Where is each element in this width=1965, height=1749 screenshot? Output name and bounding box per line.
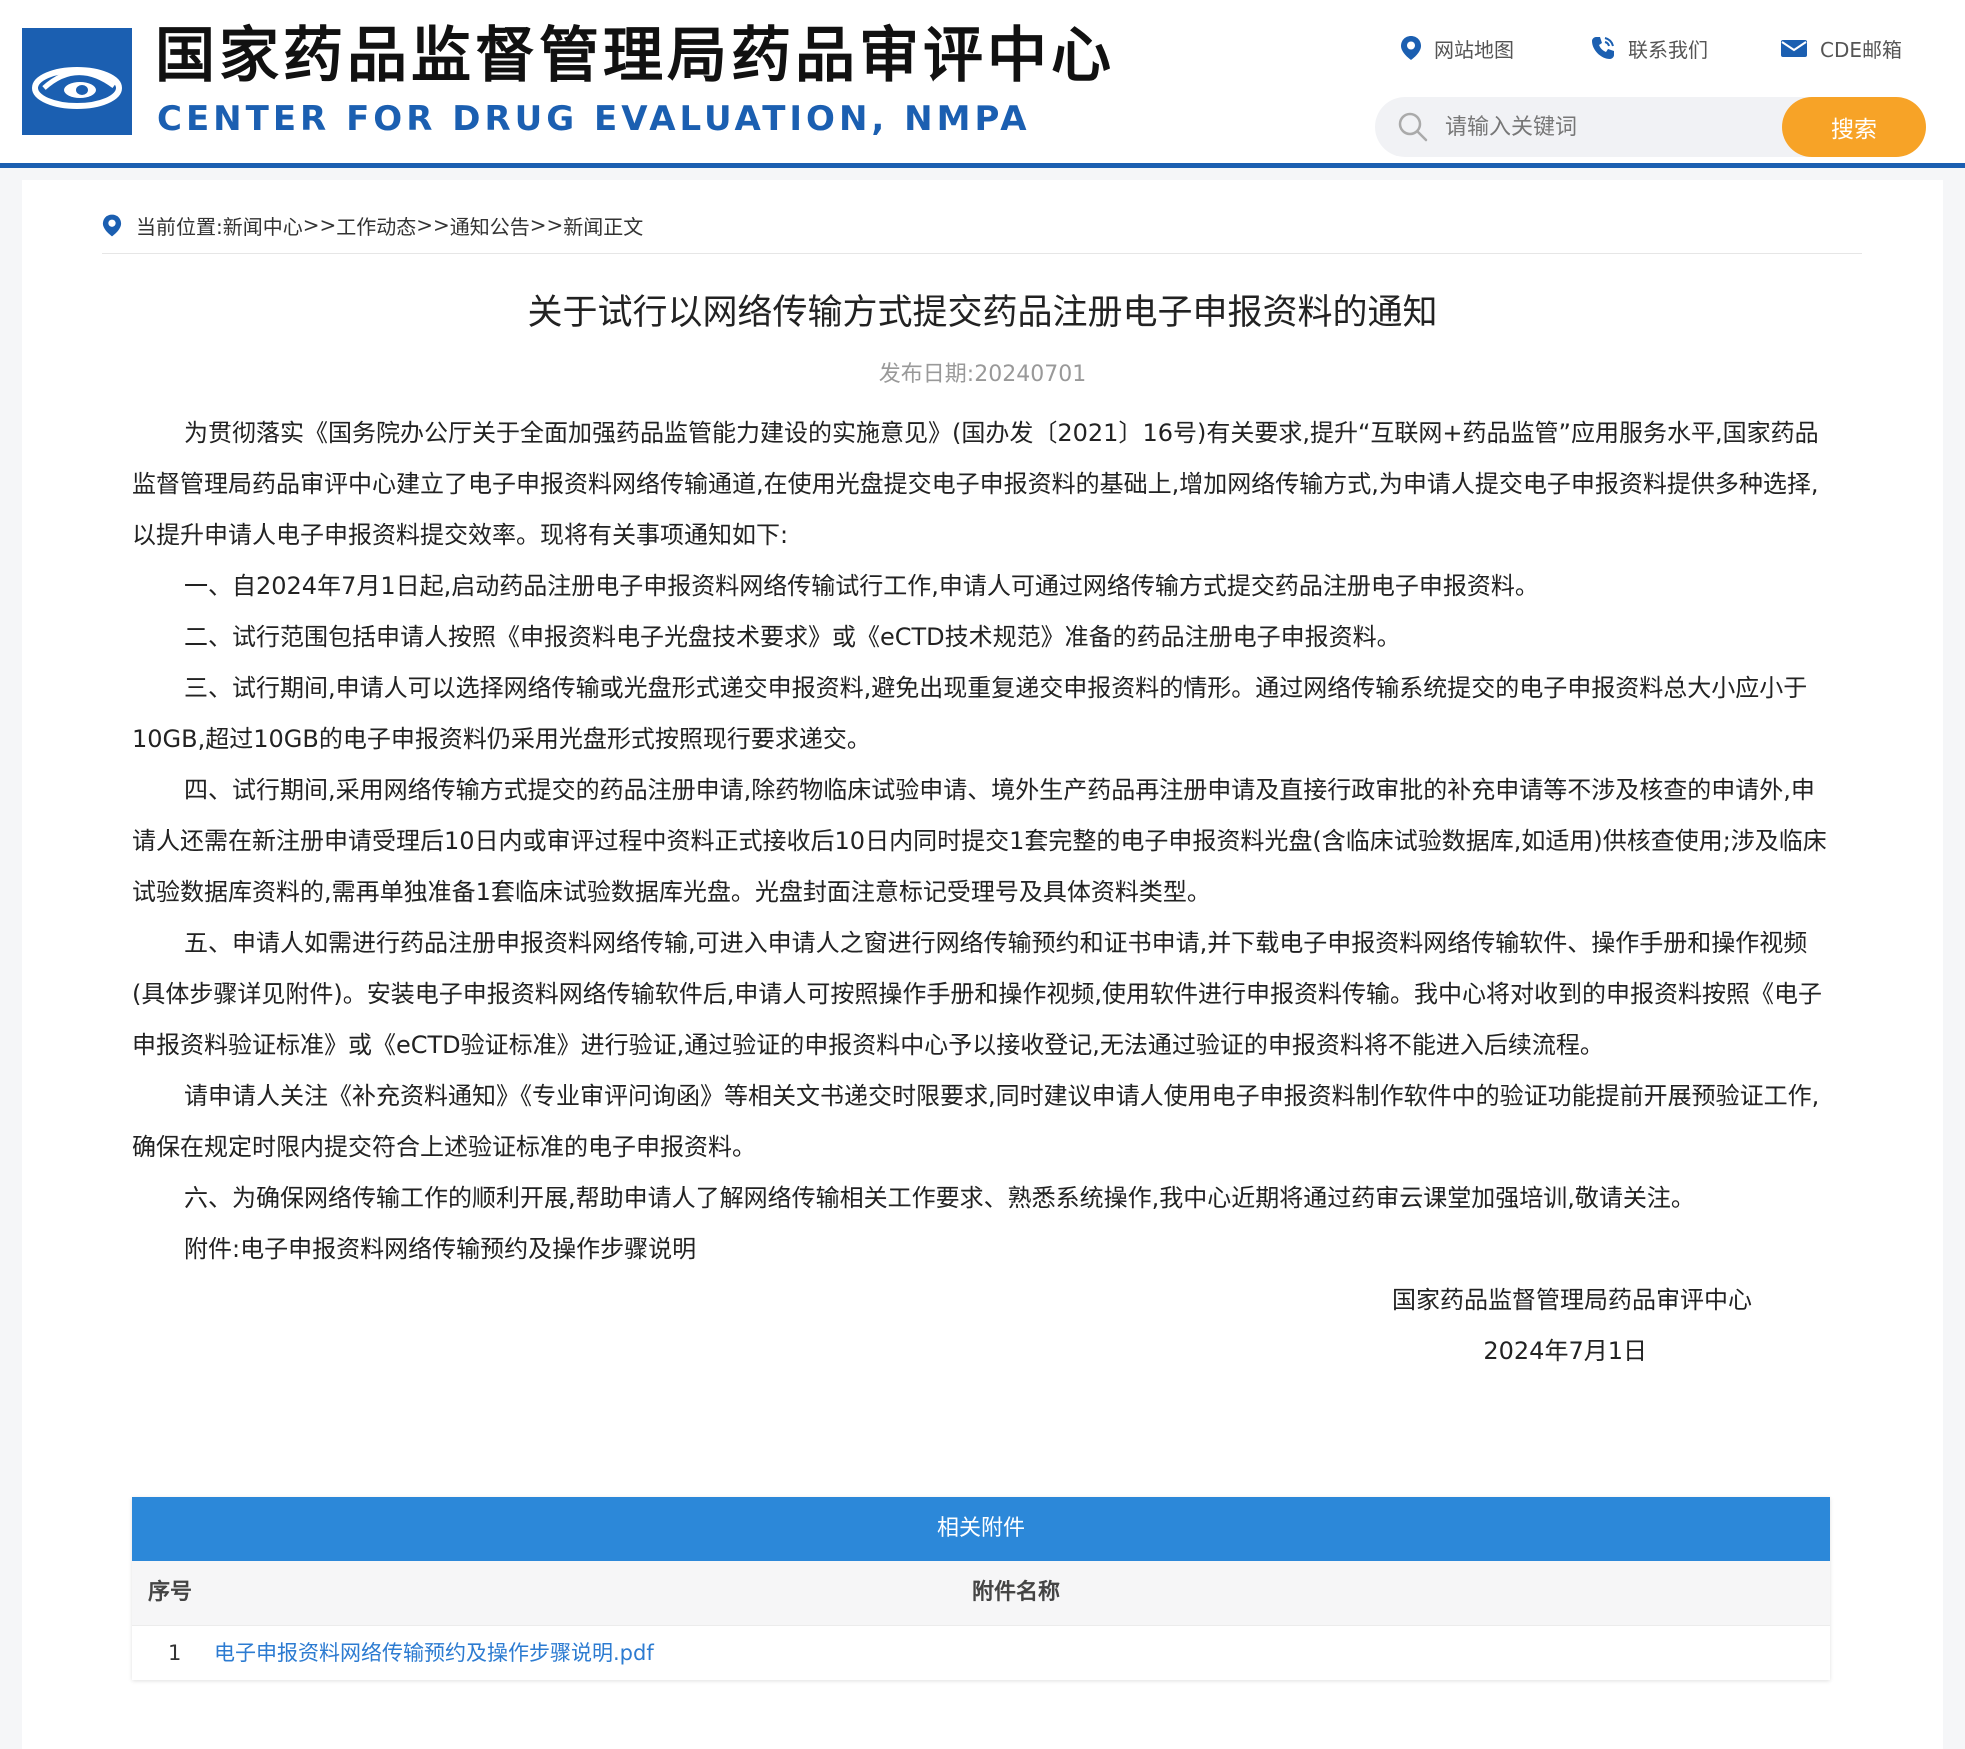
sitemap-label: 网站地图 bbox=[1434, 37, 1514, 62]
search-bar: 搜索 bbox=[1375, 97, 1926, 157]
article-paragraph: 六、为确保网络传输工作的顺利开展,帮助申请人了解网络传输相关工作要求、熟悉系统操… bbox=[184, 1184, 1695, 1212]
breadcrumb-notices[interactable]: 通知公告 bbox=[450, 211, 530, 240]
site-title-cn: 国家药品监督管理局药品审评中心 bbox=[155, 21, 1115, 91]
article-title: 关于试行以网络传输方式提交药品注册电子申报资料的通知 bbox=[527, 293, 1438, 333]
publish-date: 发布日期:20240701 bbox=[22, 356, 1943, 388]
article-attachment-note: 附件:电子申报资料网络传输预约及操作步骤说明 bbox=[184, 1235, 697, 1263]
attachment-no: 1 bbox=[168, 1641, 182, 1665]
breadcrumb-separator: >> bbox=[529, 213, 564, 237]
content-card: 当前位置: 新闻中心 >> 工作动态 >> 通知公告 >> 新闻正文 关于试行以… bbox=[22, 180, 1943, 1749]
mail-label: CDE邮箱 bbox=[1820, 37, 1903, 62]
site-logo[interactable] bbox=[22, 28, 132, 135]
search-button[interactable]: 搜索 bbox=[1782, 97, 1926, 157]
column-header-name: 附件名称 bbox=[972, 1580, 1061, 1605]
column-header-no: 序号 bbox=[148, 1580, 193, 1605]
signature-date: 2024年7月1日 bbox=[1483, 1337, 1647, 1365]
site-title-en: CENTER FOR DRUG EVALUATION, NMPA bbox=[157, 99, 1031, 139]
mail-icon bbox=[1781, 40, 1807, 57]
phone-icon bbox=[1592, 37, 1614, 59]
attachment-link[interactable]: 电子申报资料网络传输预约及操作步骤说明.pdf bbox=[214, 1626, 654, 1681]
publish-date-label: 发布日期: bbox=[878, 362, 975, 387]
article-paragraph: 二、试行范围包括申请人按照《申报资料电子光盘技术要求》或《eCTD技术规范》准备… bbox=[184, 623, 1401, 651]
article-paragraph: 请申请人关注《补充资料通知》《专业审评问询函》等相关文书递交时限要求,同时建议申… bbox=[132, 1082, 1820, 1161]
location-pin-icon bbox=[102, 214, 122, 236]
search-icon bbox=[1398, 112, 1428, 142]
article-paragraph: 三、试行期间,申请人可以选择网络传输或光盘形式递交申报资料,避免出现重复递交申报… bbox=[132, 674, 1808, 753]
article-paragraph: 四、试行期间,采用网络传输方式提交的药品注册申请,除药物临床试验申请、境外生产药… bbox=[132, 776, 1827, 906]
mail-link[interactable]: CDE邮箱 bbox=[1780, 28, 1902, 68]
breadcrumb-divider bbox=[102, 253, 1862, 254]
eye-logo-icon bbox=[22, 28, 132, 135]
search-input[interactable] bbox=[1445, 107, 1745, 147]
top-links: 网站地图 联系我们 CDE邮箱 bbox=[1400, 28, 1920, 68]
breadcrumb-prefix: 当前位置: bbox=[136, 214, 223, 239]
signature-block: 国家药品监督管理局药品审评中心 2024年7月1日 bbox=[132, 1275, 1832, 1377]
contact-label: 联系我们 bbox=[1628, 37, 1708, 62]
article-paragraph: 为贯彻落实《国务院办公厅关于全面加强药品监管能力建设的实施意见》(国办发〔202… bbox=[132, 419, 1819, 549]
map-pin-icon bbox=[1401, 36, 1421, 60]
article-body: 为贯彻落实《国务院办公厅关于全面加强药品监管能力建设的实施意见》(国办发〔202… bbox=[132, 408, 1832, 1377]
article-paragraph: 一、自2024年7月1日起,启动药品注册电子申报资料网络传输试行工作,申请人可通… bbox=[184, 572, 1539, 600]
attachments-header-row: 序号 附件名称 bbox=[132, 1561, 1830, 1625]
breadcrumb-current: 新闻正文 bbox=[563, 214, 644, 239]
attachments-title: 相关附件 bbox=[132, 1497, 1830, 1561]
signature-org: 国家药品监督管理局药品审评中心 bbox=[1392, 1286, 1752, 1314]
contact-link[interactable]: 联系我们 bbox=[1590, 28, 1708, 68]
table-row: 1 电子申报资料网络传输预约及操作步骤说明.pdf bbox=[132, 1625, 1830, 1680]
breadcrumb-news-center[interactable]: 新闻中心 bbox=[223, 211, 303, 240]
sitemap-link[interactable]: 网站地图 bbox=[1400, 28, 1514, 68]
attachments-table: 相关附件 序号 附件名称 1 电子申报资料网络传输预约及操作步骤说明.pdf bbox=[132, 1497, 1830, 1680]
publish-date-value: 20240701 bbox=[974, 362, 1087, 387]
breadcrumb: 当前位置: 新闻中心 >> 工作动态 >> 通知公告 >> 新闻正文 bbox=[102, 210, 643, 240]
breadcrumb-work-updates[interactable]: 工作动态 bbox=[336, 211, 416, 240]
article-paragraph: 五、申请人如需进行药品注册申报资料网络传输,可进入申请人之窗进行网络传输预约和证… bbox=[132, 929, 1822, 1059]
breadcrumb-separator: >> bbox=[302, 213, 337, 237]
site-header: 国家药品监督管理局药品审评中心 CENTER FOR DRUG EVALUATI… bbox=[0, 0, 1965, 168]
breadcrumb-separator: >> bbox=[416, 213, 450, 237]
